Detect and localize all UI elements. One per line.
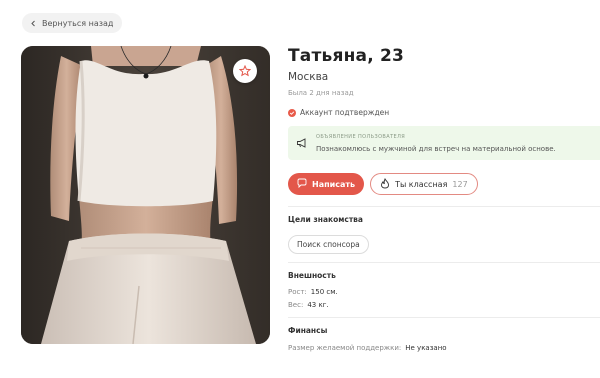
- finance-title: Финансы: [288, 326, 328, 335]
- height-value: 150 см.: [310, 288, 338, 296]
- goals-title: Цели знакомства: [288, 215, 363, 224]
- back-button-label: Вернуться назад: [42, 18, 114, 28]
- height-label: Рост:: [288, 288, 307, 296]
- back-button[interactable]: Вернуться назад: [22, 13, 123, 33]
- ad-label: ОБЪЯВЛЕНИЕ ПОЛЬЗОВАТЕЛЯ: [316, 133, 406, 140]
- profile-info: Татьяна, 23 Москва Была 2 дня назад Акка…: [288, 46, 600, 352]
- write-button-label: Написать: [312, 179, 356, 189]
- like-button-label: Ты классная: [395, 179, 448, 189]
- check-circle-icon: [288, 108, 296, 117]
- divider: [288, 206, 600, 207]
- chat-bubble-icon: [297, 178, 307, 190]
- support-value: Не указано: [405, 344, 447, 352]
- goals-tags: Поиск спонсора: [288, 232, 600, 254]
- support-label: Размер желаемой поддержки:: [288, 344, 402, 352]
- megaphone-icon: [296, 134, 308, 153]
- user-ad: ОБЪЯВЛЕНИЕ ПОЛЬЗОВАТЕЛЯ Познакомлюсь с м…: [288, 126, 600, 160]
- profile-name: Татьяна, 23: [288, 46, 405, 66]
- last-seen: Была 2 дня назад: [288, 89, 354, 97]
- height-row: Рост: 150 см.: [288, 288, 600, 296]
- divider: [288, 317, 600, 318]
- weight-label: Вес:: [288, 301, 304, 309]
- support-row: Размер желаемой поддержки: Не указано: [288, 344, 600, 352]
- write-button[interactable]: Написать: [288, 173, 365, 195]
- divider: [288, 262, 600, 263]
- like-button[interactable]: Ты классная 127: [370, 173, 478, 195]
- star-icon: [238, 62, 252, 81]
- weight-row: Вес: 43 кг.: [288, 301, 600, 309]
- verified-label: Аккаунт подтвержден: [300, 108, 390, 117]
- ad-text: Познакомлюсь с мужчиной для встреч на ма…: [316, 144, 556, 153]
- profile-city: Москва: [288, 71, 329, 83]
- appearance-title: Внешность: [288, 271, 336, 280]
- weight-value: 43 кг.: [307, 301, 329, 309]
- chevron-left-icon: [30, 20, 37, 27]
- verified-badge: Аккаунт подтвержден: [288, 108, 600, 117]
- flame-icon: [380, 177, 390, 191]
- favorite-button[interactable]: [233, 59, 257, 83]
- goal-tag: Поиск спонсора: [288, 235, 369, 254]
- profile-photo[interactable]: [21, 46, 270, 344]
- like-count: 127: [452, 179, 468, 189]
- profile-actions: Написать Ты классная 127: [288, 173, 600, 195]
